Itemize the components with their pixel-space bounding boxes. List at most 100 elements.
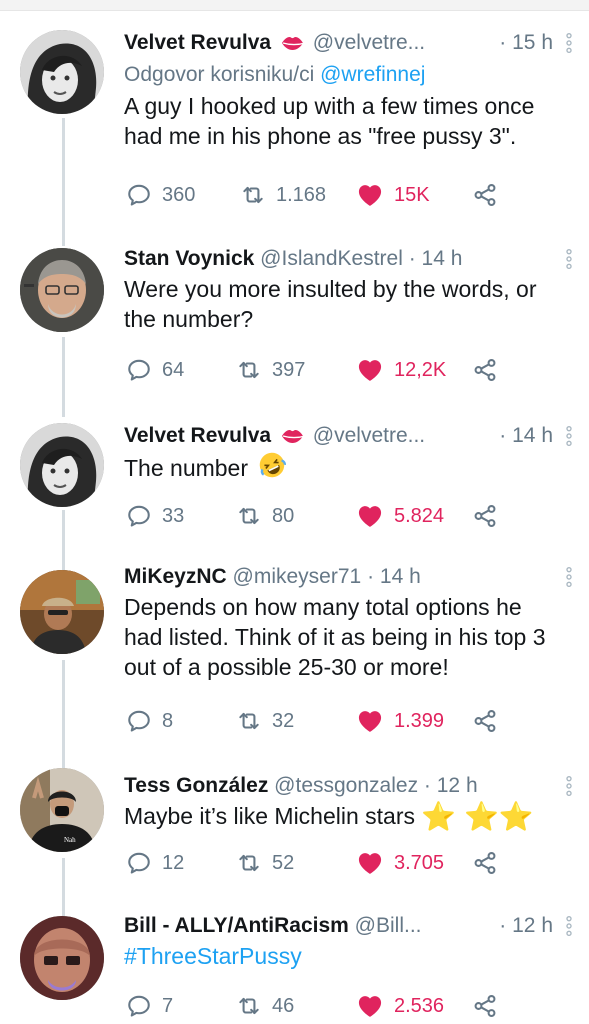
- share-icon: [472, 993, 498, 1019]
- author-name[interactable]: Bill - ALLY/AntiRacism: [124, 914, 349, 937]
- retweet-count: 80: [272, 504, 295, 527]
- reply-button[interactable]: 360: [126, 180, 195, 210]
- more-options-icon[interactable]: [563, 425, 575, 447]
- like-count: 2.536: [394, 994, 445, 1017]
- thread-line: [62, 510, 65, 570]
- avatar[interactable]: [20, 916, 104, 1000]
- reply-icon: [126, 850, 152, 876]
- author-handle[interactable]: @velvetre...: [313, 424, 425, 447]
- like-button[interactable]: 5.824: [356, 501, 444, 531]
- avatar[interactable]: [20, 30, 104, 114]
- tweet-time[interactable]: · 12 h: [495, 913, 553, 939]
- share-button[interactable]: [472, 355, 498, 385]
- tweet-text: The number: [124, 455, 249, 481]
- retweet-button[interactable]: 46: [236, 991, 294, 1021]
- tweet-text-row: #ThreeStarPussy: [124, 941, 553, 971]
- retweet-button[interactable]: 80: [236, 501, 294, 531]
- like-count: 1.399: [394, 709, 445, 732]
- reply-button[interactable]: 8: [126, 706, 173, 736]
- tweet-header: Tess González @tessgonzalez · 12 h: [124, 773, 553, 799]
- author-handle[interactable]: @tessgonzalez: [274, 774, 418, 797]
- author-handle[interactable]: @mikeyser71: [233, 565, 362, 588]
- more-options-icon[interactable]: [563, 32, 575, 54]
- reply-button[interactable]: 33: [126, 501, 184, 531]
- retweet-count: 1.168: [276, 183, 327, 206]
- thread-line: [62, 118, 65, 246]
- reply-button[interactable]: 7: [126, 991, 173, 1021]
- reply-icon: [126, 182, 152, 208]
- share-button[interactable]: [472, 706, 498, 736]
- share-button[interactable]: [472, 501, 498, 531]
- author-name[interactable]: Tess González: [124, 774, 268, 797]
- author-name[interactable]: Velvet Revulva: [124, 31, 271, 54]
- share-button[interactable]: [472, 991, 498, 1021]
- tweet-text-row: The number: [124, 451, 553, 483]
- share-icon: [472, 708, 498, 734]
- more-options-icon[interactable]: [563, 775, 575, 797]
- reply-button[interactable]: 64: [126, 355, 184, 385]
- like-count: 12,2K: [394, 358, 447, 381]
- like-button[interactable]: 1.399: [356, 706, 444, 736]
- tweet-text: A guy I hooked up with a few times once …: [124, 93, 535, 149]
- star-emoji-icons: ⭐ ⭐⭐: [421, 801, 534, 832]
- tweet-text: Depends on how many total options he had…: [124, 594, 546, 680]
- tweet-time[interactable]: · 14 h: [495, 423, 553, 449]
- reply-icon: [126, 993, 152, 1019]
- like-count: 5.824: [394, 504, 445, 527]
- tweet-time[interactable]: · 14 h: [409, 247, 463, 270]
- tweet-header: Velvet Revulva @velvetre... · 15 h: [124, 30, 553, 56]
- more-options-icon[interactable]: [563, 915, 575, 937]
- reply-icon: [126, 357, 152, 383]
- svg-text:Nah: Nah: [64, 836, 76, 844]
- like-button[interactable]: 3.705: [356, 848, 444, 878]
- avatar[interactable]: Nah: [20, 768, 104, 852]
- avatar[interactable]: [20, 248, 104, 332]
- reply-count: 64: [162, 358, 185, 381]
- tweet-time[interactable]: · 12 h: [424, 774, 478, 797]
- reply-prefix: Odgovor korisniku/ci: [124, 63, 315, 86]
- heart-icon: [356, 992, 384, 1020]
- retweet-count: 52: [272, 851, 295, 874]
- author-handle[interactable]: @velvetre...: [313, 31, 425, 54]
- retweet-button[interactable]: 397: [236, 355, 305, 385]
- avatar[interactable]: [20, 570, 104, 654]
- kiss-lips-icon: [281, 428, 307, 444]
- reply-count: 12: [162, 851, 185, 874]
- like-button[interactable]: 15K: [356, 180, 430, 210]
- heart-icon: [356, 502, 384, 530]
- avatar[interactable]: [20, 423, 104, 507]
- author-handle[interactable]: @IslandKestrel: [260, 247, 403, 270]
- rofl-emoji-icon: [258, 451, 286, 479]
- share-button[interactable]: [472, 180, 498, 210]
- heart-icon: [356, 849, 384, 877]
- retweet-icon: [240, 182, 266, 208]
- tweet-text-row: Maybe it’s like Michelin stars ⭐ ⭐⭐: [124, 801, 553, 831]
- tweet-time[interactable]: · 15 h: [495, 30, 553, 56]
- author-name[interactable]: Stan Voynick: [124, 247, 254, 270]
- heart-icon: [356, 707, 384, 735]
- retweet-count: 32: [272, 709, 295, 732]
- like-button[interactable]: 2.536: [356, 991, 444, 1021]
- like-count: 3.705: [394, 851, 445, 874]
- author-name[interactable]: MiKeyzNC: [124, 565, 227, 588]
- author-handle[interactable]: @Bill...: [355, 914, 422, 937]
- top-divider: [0, 0, 589, 11]
- share-icon: [472, 357, 498, 383]
- reply-handle-link[interactable]: @wrefinnej: [320, 63, 425, 86]
- retweet-button[interactable]: 52: [236, 848, 294, 878]
- retweet-count: 46: [272, 994, 295, 1017]
- like-button[interactable]: 12,2K: [356, 355, 446, 385]
- kiss-lips-icon: [281, 35, 307, 51]
- more-options-icon[interactable]: [563, 566, 575, 588]
- reply-button[interactable]: 12: [126, 848, 184, 878]
- retweet-button[interactable]: 32: [236, 706, 294, 736]
- author-name[interactable]: Velvet Revulva: [124, 424, 271, 447]
- more-options-icon[interactable]: [563, 248, 575, 270]
- retweet-button[interactable]: 1.168: [240, 180, 326, 210]
- tweet-header: Bill - ALLY/AntiRacism @Bill... · 12 h: [124, 913, 553, 939]
- hashtag-link[interactable]: #ThreeStarPussy: [124, 943, 302, 969]
- share-button[interactable]: [472, 848, 498, 878]
- share-icon: [472, 850, 498, 876]
- tweet-time[interactable]: · 14 h: [367, 565, 421, 588]
- retweet-icon: [236, 850, 262, 876]
